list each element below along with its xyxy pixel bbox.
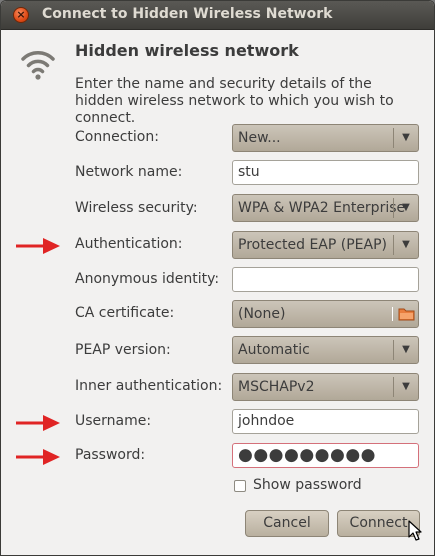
dialog-description: Enter the name and security details of t…: [75, 76, 394, 126]
close-icon[interactable]: ×: [13, 7, 29, 23]
title-bar[interactable]: × Connect to Hidden Wireless Network: [1, 1, 434, 30]
ca-certificate-label: CA certificate:: [75, 305, 175, 321]
authentication-combo[interactable]: Protected EAP (PEAP) ▼: [232, 231, 419, 259]
red-arrow-icon: [16, 238, 60, 254]
network-name-label: Network name:: [75, 164, 183, 180]
cancel-button[interactable]: Cancel: [245, 510, 329, 537]
separator: [392, 307, 393, 321]
anonymous-identity-input[interactable]: [232, 267, 419, 292]
folder-icon: [398, 308, 415, 321]
wireless-security-label: Wireless security:: [75, 200, 198, 216]
dialog-window: × Connect to Hidden Wireless Network Hid…: [0, 0, 435, 556]
show-password-label[interactable]: Show password: [253, 477, 362, 493]
connection-value: New...: [238, 130, 281, 146]
inner-authentication-label: Inner authentication:: [75, 378, 223, 394]
dropdown-arrow-icon: ▼: [393, 128, 418, 148]
username-input[interactable]: johndoe: [232, 409, 419, 434]
password-label: Password:: [75, 447, 146, 463]
inner-authentication-combo[interactable]: MSCHAPv2 ▼: [232, 373, 419, 401]
inner-authentication-value: MSCHAPv2: [238, 379, 315, 395]
peap-version-label: PEAP version:: [75, 342, 171, 358]
red-arrow-icon: [16, 415, 60, 431]
connection-label: Connection:: [75, 129, 159, 145]
peap-version-combo[interactable]: Automatic ▼: [232, 336, 419, 364]
window-title: Connect to Hidden Wireless Network: [42, 6, 333, 22]
network-name-input[interactable]: stu: [232, 160, 419, 185]
dropdown-arrow-icon: ▼: [393, 235, 418, 255]
wireless-security-value: WPA & WPA2 Enterprise: [238, 200, 406, 216]
red-arrow-icon: [16, 449, 60, 465]
mouse-pointer-icon: [408, 520, 422, 541]
dropdown-arrow-icon: ▼: [393, 198, 418, 218]
username-label: Username:: [75, 413, 152, 429]
authentication-value: Protected EAP (PEAP): [238, 237, 387, 253]
dropdown-arrow-icon: ▼: [393, 340, 418, 360]
authentication-label: Authentication:: [75, 236, 183, 252]
connection-combo[interactable]: New... ▼: [232, 124, 419, 152]
peap-version-value: Automatic: [238, 342, 310, 358]
dropdown-arrow-icon: ▼: [393, 377, 418, 397]
wireless-icon: [21, 51, 55, 80]
wireless-security-combo[interactable]: WPA & WPA2 Enterprise ▼: [232, 194, 419, 222]
show-password-checkbox[interactable]: [234, 480, 246, 492]
password-input[interactable]: ●●●●●●●●●: [232, 443, 419, 468]
anonymous-identity-label: Anonymous identity:: [75, 271, 220, 287]
dialog-heading: Hidden wireless network: [75, 41, 299, 60]
ca-certificate-value: (None): [238, 306, 286, 322]
ca-certificate-chooser[interactable]: (None): [232, 300, 419, 328]
